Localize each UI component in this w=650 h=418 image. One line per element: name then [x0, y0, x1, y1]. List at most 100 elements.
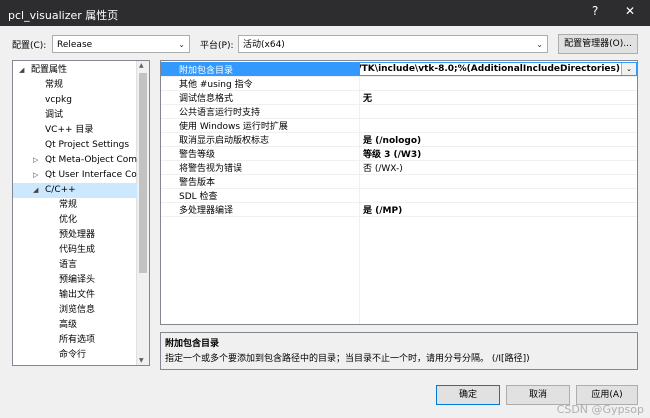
- tree-scrollbar[interactable]: ▲ ▼: [136, 61, 149, 365]
- help-button[interactable]: ?: [592, 4, 598, 18]
- chevron-down-icon[interactable]: ⌄: [621, 63, 636, 75]
- platform-select[interactable]: 活动(x64) ⌄: [238, 35, 548, 53]
- tree-item-label: vcpkg: [45, 95, 72, 105]
- tree-item-label: 常规: [45, 80, 64, 90]
- tree-item[interactable]: ▷ Qt Meta-Object Com: [13, 153, 137, 168]
- platform-value: 活动(x64): [243, 40, 285, 50]
- tree-item[interactable]: vcpkg: [13, 93, 137, 108]
- tree-item-label: VC++ 目录: [45, 125, 94, 135]
- platform-label: 平台(P):: [200, 41, 234, 51]
- property-row[interactable]: 将警告视为错误 否 (/WX-): [161, 160, 637, 175]
- tree-item[interactable]: 命令行: [13, 348, 137, 363]
- configuration-manager-button[interactable]: 配置管理器(O)...: [558, 34, 638, 54]
- tree-item-label: 语言: [59, 260, 78, 270]
- property-name: 其他 #using 指令: [179, 80, 253, 90]
- tree-item-label: 预编译头: [59, 275, 96, 285]
- scroll-up-icon[interactable]: ▲: [139, 62, 144, 69]
- watermark: CSDN @Gypsop: [556, 403, 644, 416]
- property-row[interactable]: 其他 #using 指令: [161, 76, 637, 91]
- tree-item[interactable]: Qt Project Settings: [13, 138, 137, 153]
- property-name: SDL 检查: [179, 192, 218, 202]
- tree-item-label: Qt Project Settings: [45, 140, 130, 150]
- property-name: 将警告视为错误: [179, 164, 243, 174]
- property-row[interactable]: 公共语言运行时支持: [161, 104, 637, 119]
- property-row[interactable]: 附加包含目录 arty\VTK\include\vtk-8.0;%(Additio…: [161, 62, 637, 77]
- property-row[interactable]: 多处理器编译 是 (/MP): [161, 202, 637, 217]
- tree-item[interactable]: 调试: [13, 108, 137, 123]
- apply-button[interactable]: 应用(A): [576, 385, 638, 405]
- tree-item-label: 配置属性: [31, 65, 68, 75]
- tree-item-label: 代码生成: [59, 245, 96, 255]
- tree-item[interactable]: ◢ 配置属性: [13, 63, 137, 78]
- tree-item[interactable]: 语言: [13, 258, 137, 273]
- property-row[interactable]: 警告版本: [161, 174, 637, 189]
- property-name: 多处理器编译: [179, 206, 234, 216]
- property-grid[interactable]: 附加包含目录 arty\VTK\include\vtk-8.0;%(Additio…: [160, 60, 638, 325]
- tree-item[interactable]: 高级: [13, 318, 137, 333]
- tree-item[interactable]: 预编译头: [13, 273, 137, 288]
- configuration-select[interactable]: Release ⌄: [52, 35, 190, 53]
- expand-arrow-icon[interactable]: ▷: [33, 153, 38, 168]
- property-name: 附加包含目录: [179, 66, 234, 76]
- property-value: 是 (/nologo): [363, 136, 422, 146]
- tree-item[interactable]: VC++ 目录: [13, 123, 137, 138]
- tree-item-label: 所有选项: [59, 335, 96, 345]
- configuration-label: 配置(C):: [12, 41, 47, 51]
- property-value: 是 (/MP): [363, 206, 403, 216]
- property-row[interactable]: 使用 Windows 运行时扩展: [161, 118, 637, 133]
- tree-item[interactable]: ▷ Qt User Interface Co: [13, 168, 137, 183]
- tree-item-label: 预处理器: [59, 230, 96, 240]
- scroll-down-icon[interactable]: ▼: [139, 357, 144, 364]
- configuration-value: Release: [57, 40, 93, 50]
- property-value: arty\VTK\include\vtk-8.0;%(AdditionalInc…: [359, 64, 620, 74]
- tree-item[interactable]: 输出文件: [13, 288, 137, 303]
- tree-item-label: 浏览信息: [59, 305, 96, 315]
- property-value: 等级 3 (/W3): [363, 150, 422, 160]
- expand-arrow-icon[interactable]: ▷: [33, 168, 38, 183]
- configuration-row: 配置(C): Release ⌄ 平台(P): 活动(x64) ⌄ 配置管理器(…: [0, 34, 650, 55]
- window-title: pcl_visualizer 属性页: [8, 9, 119, 22]
- property-row[interactable]: SDL 检查: [161, 188, 637, 203]
- chevron-down-icon: ⌄: [178, 40, 185, 49]
- scrollbar-thumb[interactable]: [139, 73, 147, 273]
- property-row[interactable]: 调试信息格式 无: [161, 90, 637, 105]
- property-pages-window: pcl_visualizer 属性页 ? ✕ 配置(C): Release ⌄ …: [0, 0, 650, 418]
- property-name: 警告版本: [179, 178, 216, 188]
- tree-item[interactable]: 优化: [13, 213, 137, 228]
- property-value: 否 (/WX-): [363, 164, 403, 174]
- tree-item[interactable]: 预处理器: [13, 228, 137, 243]
- chevron-down-icon: ⌄: [536, 40, 543, 49]
- property-name: 警告等级: [179, 150, 216, 160]
- tree-item-label: 常规: [59, 200, 78, 210]
- tree-item-label: C/C++: [45, 185, 76, 195]
- tree-item[interactable]: 常规: [13, 78, 137, 93]
- cancel-button[interactable]: 取消: [506, 385, 570, 405]
- property-row[interactable]: 取消显示启动版权标志 是 (/nologo): [161, 132, 637, 147]
- tree-item-label: 高级: [59, 320, 78, 330]
- property-value: 无: [363, 94, 373, 104]
- description-panel: 附加包含目录 指定一个或多个要添加到包含路径中的目录；当目录不止一个时，请用分号…: [160, 332, 638, 370]
- tree-item[interactable]: ◢ C/C++: [13, 183, 137, 198]
- property-value-editor[interactable]: arty\VTK\include\vtk-8.0;%(AdditionalInc…: [359, 62, 637, 76]
- tree-item-label: 优化: [59, 215, 78, 225]
- close-button[interactable]: ✕: [625, 4, 635, 18]
- tree-item[interactable]: 所有选项: [13, 333, 137, 348]
- property-name: 公共语言运行时支持: [179, 108, 261, 118]
- tree-item-label: 命令行: [59, 350, 87, 360]
- title-bar: pcl_visualizer 属性页 ? ✕: [0, 0, 650, 26]
- tree-item-label: Qt User Interface Co: [45, 170, 137, 180]
- tree-item[interactable]: 常规: [13, 198, 137, 213]
- ok-button[interactable]: 确定: [436, 385, 500, 405]
- collapse-arrow-icon[interactable]: ◢: [19, 63, 24, 78]
- property-name: 调试信息格式: [179, 94, 234, 104]
- category-tree[interactable]: ▲ ▼ ◢ 配置属性常规 vcpkg 调试 VC++ 目录 Qt Project Sett…: [12, 60, 150, 366]
- tree-item-label: 输出文件: [59, 290, 96, 300]
- property-row[interactable]: 警告等级 等级 3 (/W3): [161, 146, 637, 161]
- description-text: 指定一个或多个要添加到包含路径中的目录；当目录不止一个时，请用分号分隔。 (/I…: [165, 354, 530, 364]
- property-name: 使用 Windows 运行时扩展: [179, 122, 288, 132]
- property-name: 取消显示启动版权标志: [179, 136, 270, 146]
- tree-item[interactable]: 浏览信息: [13, 303, 137, 318]
- tree-item[interactable]: 代码生成: [13, 243, 137, 258]
- tree-item-label: Qt Meta-Object Com: [45, 155, 138, 165]
- collapse-arrow-icon[interactable]: ◢: [33, 183, 38, 198]
